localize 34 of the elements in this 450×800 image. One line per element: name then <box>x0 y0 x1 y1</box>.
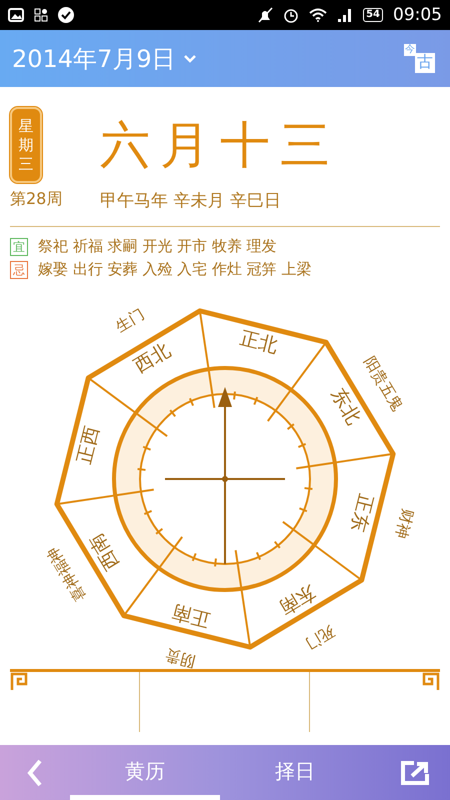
advice-items: 祭祀 祈福 求嗣 开光 开市 牧养 理发 <box>38 237 277 256</box>
muted-bell-icon <box>257 7 274 23</box>
battery-indicator: 54 <box>363 8 383 22</box>
clock-time: 09:05 <box>393 5 442 25</box>
nav-tab[interactable]: 黄历 <box>70 745 220 800</box>
wifi-icon <box>309 8 328 22</box>
direction-label: 正北 <box>238 327 280 358</box>
advice-badge: 宜 <box>10 238 28 256</box>
deity-label: 生门 <box>112 305 148 336</box>
nav-tab[interactable]: 择日 <box>220 745 370 800</box>
deity-label: 财神 <box>392 507 417 541</box>
caret-icon <box>184 54 196 62</box>
deity-label: 阴贵 <box>164 646 197 670</box>
date-dropdown[interactable]: 2014年7月9日 <box>12 42 196 74</box>
image-icon <box>8 8 24 22</box>
direction-label: 东南 <box>276 580 320 620</box>
back-icon <box>27 758 43 786</box>
share-icon <box>400 760 430 786</box>
direction-label: 正南 <box>170 600 212 632</box>
direction-label: 正西 <box>72 424 104 466</box>
advice-items: 嫁娶 出行 安葬 入殓 入宅 作灶 冠笄 上梁 <box>38 260 312 280</box>
grid-icon <box>34 8 48 22</box>
alarm-icon <box>283 7 300 23</box>
weekday-badge: 星期三 <box>10 107 42 184</box>
calendar-toggle-button[interactable]: 今 古 <box>402 42 438 74</box>
direction-label: 西北 <box>130 339 174 378</box>
lunar-date: 六月十三 <box>100 114 341 176</box>
advice-badge: 忌 <box>10 260 28 279</box>
direction-label: 正东 <box>346 492 378 534</box>
week-number: 第28周 <box>10 189 64 210</box>
ganzhi-date: 甲午马年 辛未月 辛巳日 <box>100 190 282 212</box>
deity-label: 死门 <box>302 622 338 654</box>
check-circle-icon <box>58 7 74 23</box>
signal-icon <box>337 8 354 22</box>
